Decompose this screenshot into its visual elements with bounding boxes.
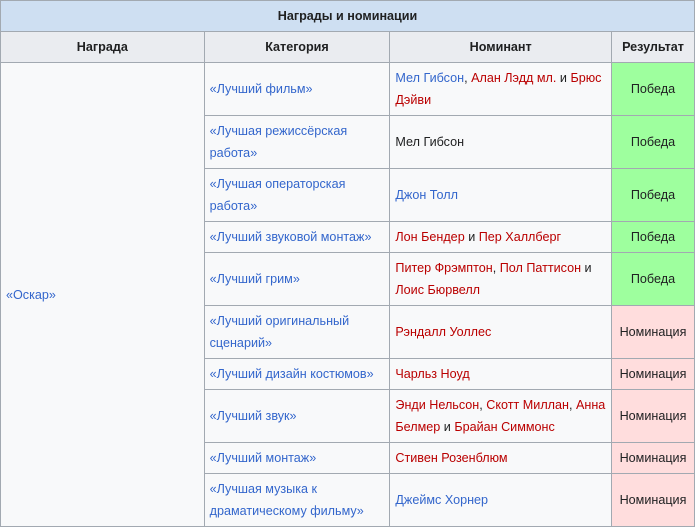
nominee-link[interactable]: Питер Фрэмптон (395, 261, 492, 275)
nominee-separator: , (568, 398, 576, 412)
result-cell: Номинация (610, 358, 695, 390)
nominee-link[interactable]: Пер Халлберг (479, 230, 561, 244)
nominee-link[interactable]: Лоис Бюрвелл (395, 283, 480, 297)
category-cell: «Лучшая музыка к драматическому фильму» (203, 473, 391, 527)
nominee-separator: , (492, 261, 500, 275)
nominee-separator: и (581, 261, 592, 275)
nominee-cell: Питер Фрэмптон, Пол Паттисон и Лоис Бюрв… (389, 252, 612, 306)
nominee-link[interactable]: Алан Лэдд мл. (471, 71, 556, 85)
result-cell: Номинация (610, 442, 695, 474)
category-cell: «Лучший фильм» (203, 62, 391, 116)
nominee-cell: Джеймс Хорнер (389, 473, 612, 527)
category-cell: «Лучшая операторская работа» (203, 168, 391, 222)
nominee-link[interactable]: Стивен Розенблюм (395, 451, 507, 465)
category-cell: «Лучшая режиссёрская работа» (203, 115, 391, 169)
header-result: Результат (610, 31, 695, 63)
nominee-separator: и (464, 230, 479, 244)
result-cell: Номинация (610, 389, 695, 443)
nominee-cell: Мел Гибсон, Алан Лэдд мл. и Брюс Дэйви (389, 62, 612, 116)
caption-row: Награды и номинации (0, 0, 695, 32)
nominee-separator: Мел Гибсон (395, 135, 465, 149)
table-caption: Награды и номинации (0, 0, 695, 32)
nominee-link[interactable]: Джон Толл (395, 188, 458, 202)
nominee-link[interactable]: Мел Гибсон (395, 71, 464, 85)
result-cell: Номинация (610, 305, 695, 359)
nominee-cell: Мел Гибсон (389, 115, 612, 169)
header-category: Категория (203, 31, 391, 63)
category-link[interactable]: «Лучший грим» (210, 272, 300, 286)
category-cell: «Лучший звуковой монтаж» (203, 221, 391, 253)
awards-table: Награды и номинации Награда Категория Но… (0, 0, 695, 527)
nominee-link[interactable]: Скотт Миллан (486, 398, 569, 412)
header-row: Награда Категория Номинант Результат (0, 31, 695, 63)
result-cell: Победа (610, 115, 695, 169)
result-cell: Победа (610, 252, 695, 306)
category-cell: «Лучший монтаж» (203, 442, 391, 474)
category-link[interactable]: «Лучшая операторская работа» (210, 177, 346, 213)
category-link[interactable]: «Лучшая режиссёрская работа» (210, 124, 348, 160)
nominee-link[interactable]: Энди Нельсон (395, 398, 479, 412)
nominee-cell: Лон Бендер и Пер Халлберг (389, 221, 612, 253)
nominee-cell: Джон Толл (389, 168, 612, 222)
nominee-link[interactable]: Чарльз Ноуд (395, 367, 469, 381)
category-link[interactable]: «Лучший фильм» (210, 82, 313, 96)
category-link[interactable]: «Лучший оригинальный сценарий» (210, 314, 350, 350)
nominee-cell: Энди Нельсон, Скотт Миллан, Анна Белмер … (389, 389, 612, 443)
award-link[interactable]: «Оскар» (6, 288, 56, 302)
category-link[interactable]: «Лучший звук» (210, 409, 297, 423)
category-link[interactable]: «Лучший дизайн костюмов» (210, 367, 374, 381)
nominee-link[interactable]: Рэндалл Уоллес (395, 325, 491, 339)
nominee-link[interactable]: Брайан Симмонс (454, 420, 554, 434)
nominee-link[interactable]: Джеймс Хорнер (395, 493, 488, 507)
nominee-cell: Рэндалл Уоллес (389, 305, 612, 359)
category-link[interactable]: «Лучшая музыка к драматическому фильму» (210, 482, 364, 518)
category-cell: «Лучший дизайн костюмов» (203, 358, 391, 390)
table-row: «Оскар» «Лучший фильм» Мел Гибсон, Алан Лэ… (0, 62, 695, 527)
result-cell: Победа (610, 221, 695, 253)
result-cell: Победа (610, 62, 695, 116)
category-cell: «Лучший грим» (203, 252, 391, 306)
nominee-cell: Чарльз Ноуд (389, 358, 612, 390)
header-award: Награда (0, 31, 205, 63)
result-cell: Номинация (610, 473, 695, 527)
header-nominee: Номинант (389, 31, 612, 63)
category-link[interactable]: «Лучший монтаж» (210, 451, 317, 465)
category-cell: «Лучший оригинальный сценарий» (203, 305, 391, 359)
award-cell: «Оскар» (0, 62, 205, 527)
category-link[interactable]: «Лучший звуковой монтаж» (210, 230, 372, 244)
nominee-cell: Стивен Розенблюм (389, 442, 612, 474)
nominee-separator: и (556, 71, 571, 85)
nominee-link[interactable]: Лон Бендер (395, 230, 464, 244)
nominee-link[interactable]: Пол Паттисон (500, 261, 581, 275)
category-cell: «Лучший звук» (203, 389, 391, 443)
nominee-separator: и (440, 420, 455, 434)
result-cell: Победа (610, 168, 695, 222)
